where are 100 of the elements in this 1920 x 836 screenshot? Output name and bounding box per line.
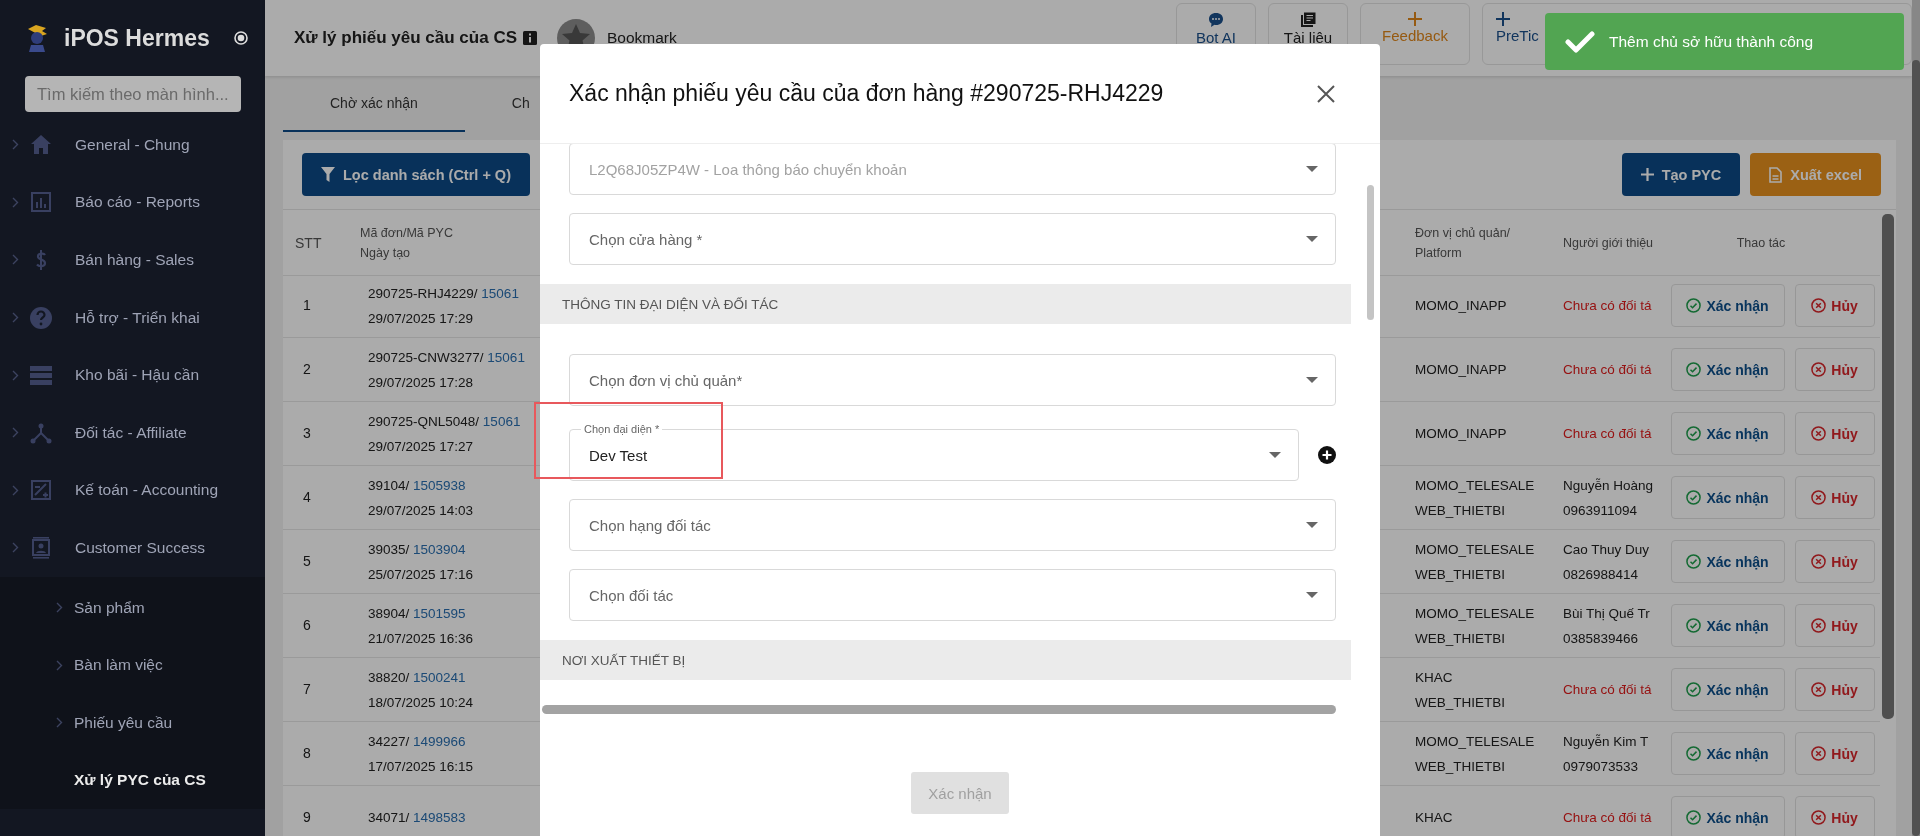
created-date: 21/07/2025 16:36 bbox=[368, 629, 474, 648]
cancel-button[interactable]: Hủy bbox=[1794, 476, 1875, 519]
column-header: Thao tác bbox=[1662, 210, 1880, 276]
cancel-button[interactable]: Hủy bbox=[1794, 796, 1875, 836]
question-icon bbox=[29, 305, 53, 330]
confirm-button[interactable]: Xác nhận bbox=[1670, 348, 1785, 391]
tab[interactable]: Chờ xác nhận bbox=[283, 76, 465, 132]
order-code: 34227/ bbox=[368, 733, 410, 749]
chevron-icon bbox=[12, 484, 19, 496]
order-code: 290725-RHJ4229/ bbox=[368, 285, 478, 301]
created-date: 29/07/2025 17:29 bbox=[368, 309, 474, 328]
confirm-button[interactable]: Xác nhận bbox=[1670, 284, 1785, 327]
x-circle-icon bbox=[1811, 554, 1827, 569]
row-number: 9 bbox=[303, 808, 311, 827]
select-field[interactable]: Chọn cửa hàng * bbox=[569, 213, 1336, 265]
select-field[interactable]: Chọn đơn vị chủ quản* bbox=[569, 354, 1336, 406]
page-title: Xử lý phiếu yêu cầu của CS bbox=[294, 28, 517, 48]
request-id-link[interactable]: 1505938 bbox=[413, 477, 466, 493]
referrer-text: 0385839466 bbox=[1563, 629, 1639, 648]
confirm-button[interactable]: Xác nhận bbox=[1670, 796, 1785, 836]
request-id-link[interactable]: 15061 bbox=[487, 349, 525, 365]
select-field[interactable]: Chọn hạng đối tác bbox=[569, 499, 1336, 551]
sidebar-item[interactable]: General - Chung bbox=[0, 116, 265, 174]
platform-name: MOMO_TELESALE bbox=[1415, 604, 1535, 623]
sidebar-item[interactable]: Kho bãi - Hậu cần bbox=[0, 346, 265, 404]
request-id-link[interactable]: 15061 bbox=[482, 413, 521, 429]
cancel-button[interactable]: Hủy bbox=[1794, 348, 1875, 391]
request-id-link[interactable]: 1503904 bbox=[413, 541, 466, 557]
confirm-button[interactable]: Xác nhận bbox=[1670, 412, 1785, 455]
check-circle-icon bbox=[1686, 490, 1702, 505]
create-button[interactable]: Tạo PYC bbox=[1621, 153, 1741, 196]
referrer-text: 0963911094 bbox=[1563, 501, 1638, 520]
platform-name: WEB_THIETBI bbox=[1415, 565, 1505, 584]
platform-name: WEB_THIETBI bbox=[1415, 757, 1505, 776]
x-circle-icon bbox=[1811, 618, 1827, 633]
sidebar-item[interactable]: Báo cáo - Reports bbox=[0, 173, 265, 232]
plus-icon bbox=[1640, 168, 1654, 181]
row-number: 5 bbox=[303, 552, 311, 571]
scrollbar-thumb[interactable] bbox=[1912, 60, 1920, 836]
chevron-icon bbox=[12, 139, 19, 151]
referrer-text: Nguyễn Hoàng bbox=[1563, 476, 1654, 495]
add-circle-icon[interactable] bbox=[1318, 446, 1336, 464]
row-number: 1 bbox=[303, 296, 311, 315]
search-field[interactable]: Tìm kiếm theo màn hình... bbox=[25, 76, 241, 112]
sidebar-subitem[interactable]: Phiếu yêu cầu bbox=[0, 693, 265, 752]
request-id-link[interactable]: 1498583 bbox=[413, 810, 466, 825]
sidebar-subitem[interactable]: Bàn làm việc bbox=[0, 636, 265, 694]
list-icon bbox=[29, 363, 53, 388]
cancel-button[interactable]: Hủy bbox=[1794, 284, 1875, 327]
referrer-text: 0826988414 bbox=[1563, 565, 1639, 584]
cancel-button[interactable]: Hủy bbox=[1794, 732, 1875, 775]
sidebar-item[interactable]: Bán hàng - Sales bbox=[0, 231, 265, 289]
chart-icon bbox=[29, 190, 53, 215]
section-header: NƠI XUẤT THIẾT BỊ bbox=[540, 640, 1351, 680]
missing-partner-note: Chưa có đối tá bbox=[1563, 361, 1652, 379]
platform-name: MOMO_INAPP bbox=[1415, 297, 1507, 315]
cancel-button[interactable]: Hủy bbox=[1794, 412, 1875, 455]
sidebar-subitem[interactable]: Sản phẩm bbox=[0, 578, 265, 637]
sidebar-subitem[interactable]: Xử lý PYC của CS bbox=[0, 751, 265, 810]
row-number: 3 bbox=[303, 424, 311, 443]
confirm-button[interactable]: Xác nhận bbox=[1670, 604, 1785, 647]
sidebar-item[interactable]: Hỗ trợ - Triển khai bbox=[0, 288, 265, 347]
platform-name: WEB_THIETBI bbox=[1415, 693, 1505, 712]
select-field[interactable]: Chọn đối tác bbox=[569, 569, 1336, 621]
order-code: 39104/ bbox=[368, 477, 410, 493]
created-date: 18/07/2025 10:24 bbox=[368, 693, 474, 712]
info-icon[interactable] bbox=[523, 31, 537, 45]
missing-partner-note: Chưa có đối tá bbox=[1563, 681, 1652, 699]
cancel-button[interactable]: Hủy bbox=[1794, 668, 1875, 711]
request-id-link[interactable]: 1500241 bbox=[413, 669, 466, 685]
cancel-button[interactable]: Hủy bbox=[1794, 604, 1875, 647]
scrollbar-thumb[interactable] bbox=[542, 705, 1336, 714]
row-number: 4 bbox=[303, 488, 311, 507]
check-circle-icon bbox=[1686, 810, 1702, 825]
confirm-button[interactable]: Xác nhận bbox=[1670, 732, 1785, 775]
request-id-link[interactable]: 1499966 bbox=[413, 733, 466, 749]
confirm-button[interactable]: Xác nhận bbox=[1670, 668, 1785, 711]
bookmark-label[interactable]: Bookmark bbox=[607, 29, 677, 47]
scrollbar-thumb[interactable] bbox=[1367, 185, 1374, 320]
created-date: 29/07/2025 14:03 bbox=[368, 501, 474, 520]
cancel-button[interactable]: Hủy bbox=[1794, 540, 1875, 583]
radio-icon[interactable] bbox=[233, 31, 248, 45]
check-circle-icon bbox=[1686, 554, 1702, 569]
sidebar-item[interactable]: Kế toán - Accounting bbox=[0, 461, 265, 520]
close-icon[interactable] bbox=[1316, 83, 1336, 104]
scrollbar-thumb[interactable] bbox=[1882, 214, 1894, 719]
request-id-link[interactable]: 1501595 bbox=[413, 605, 466, 621]
confirm-button[interactable]: Xác nhận bbox=[1670, 476, 1785, 519]
dropdown-caret-icon bbox=[1306, 522, 1318, 528]
order-code: 290725-CNW3277/ bbox=[368, 349, 484, 365]
created-date: 29/07/2025 17:27 bbox=[368, 437, 474, 456]
platform-name: MOMO_TELESALE bbox=[1415, 476, 1535, 495]
request-id-link[interactable]: 15061 bbox=[481, 285, 519, 301]
platform-name: MOMO_TELESALE bbox=[1415, 732, 1535, 751]
filter-button[interactable]: Lọc danh sách (Ctrl + Q) bbox=[302, 153, 530, 196]
confirm-button[interactable]: Xác nhận bbox=[1670, 540, 1785, 583]
dropdown-caret-icon bbox=[1306, 166, 1318, 172]
created-date: 29/07/2025 17:28 bbox=[368, 373, 474, 392]
sidebar-item[interactable]: Customer Success bbox=[0, 519, 265, 577]
sidebar-item[interactable]: Đối tác - Affiliate bbox=[0, 403, 265, 462]
